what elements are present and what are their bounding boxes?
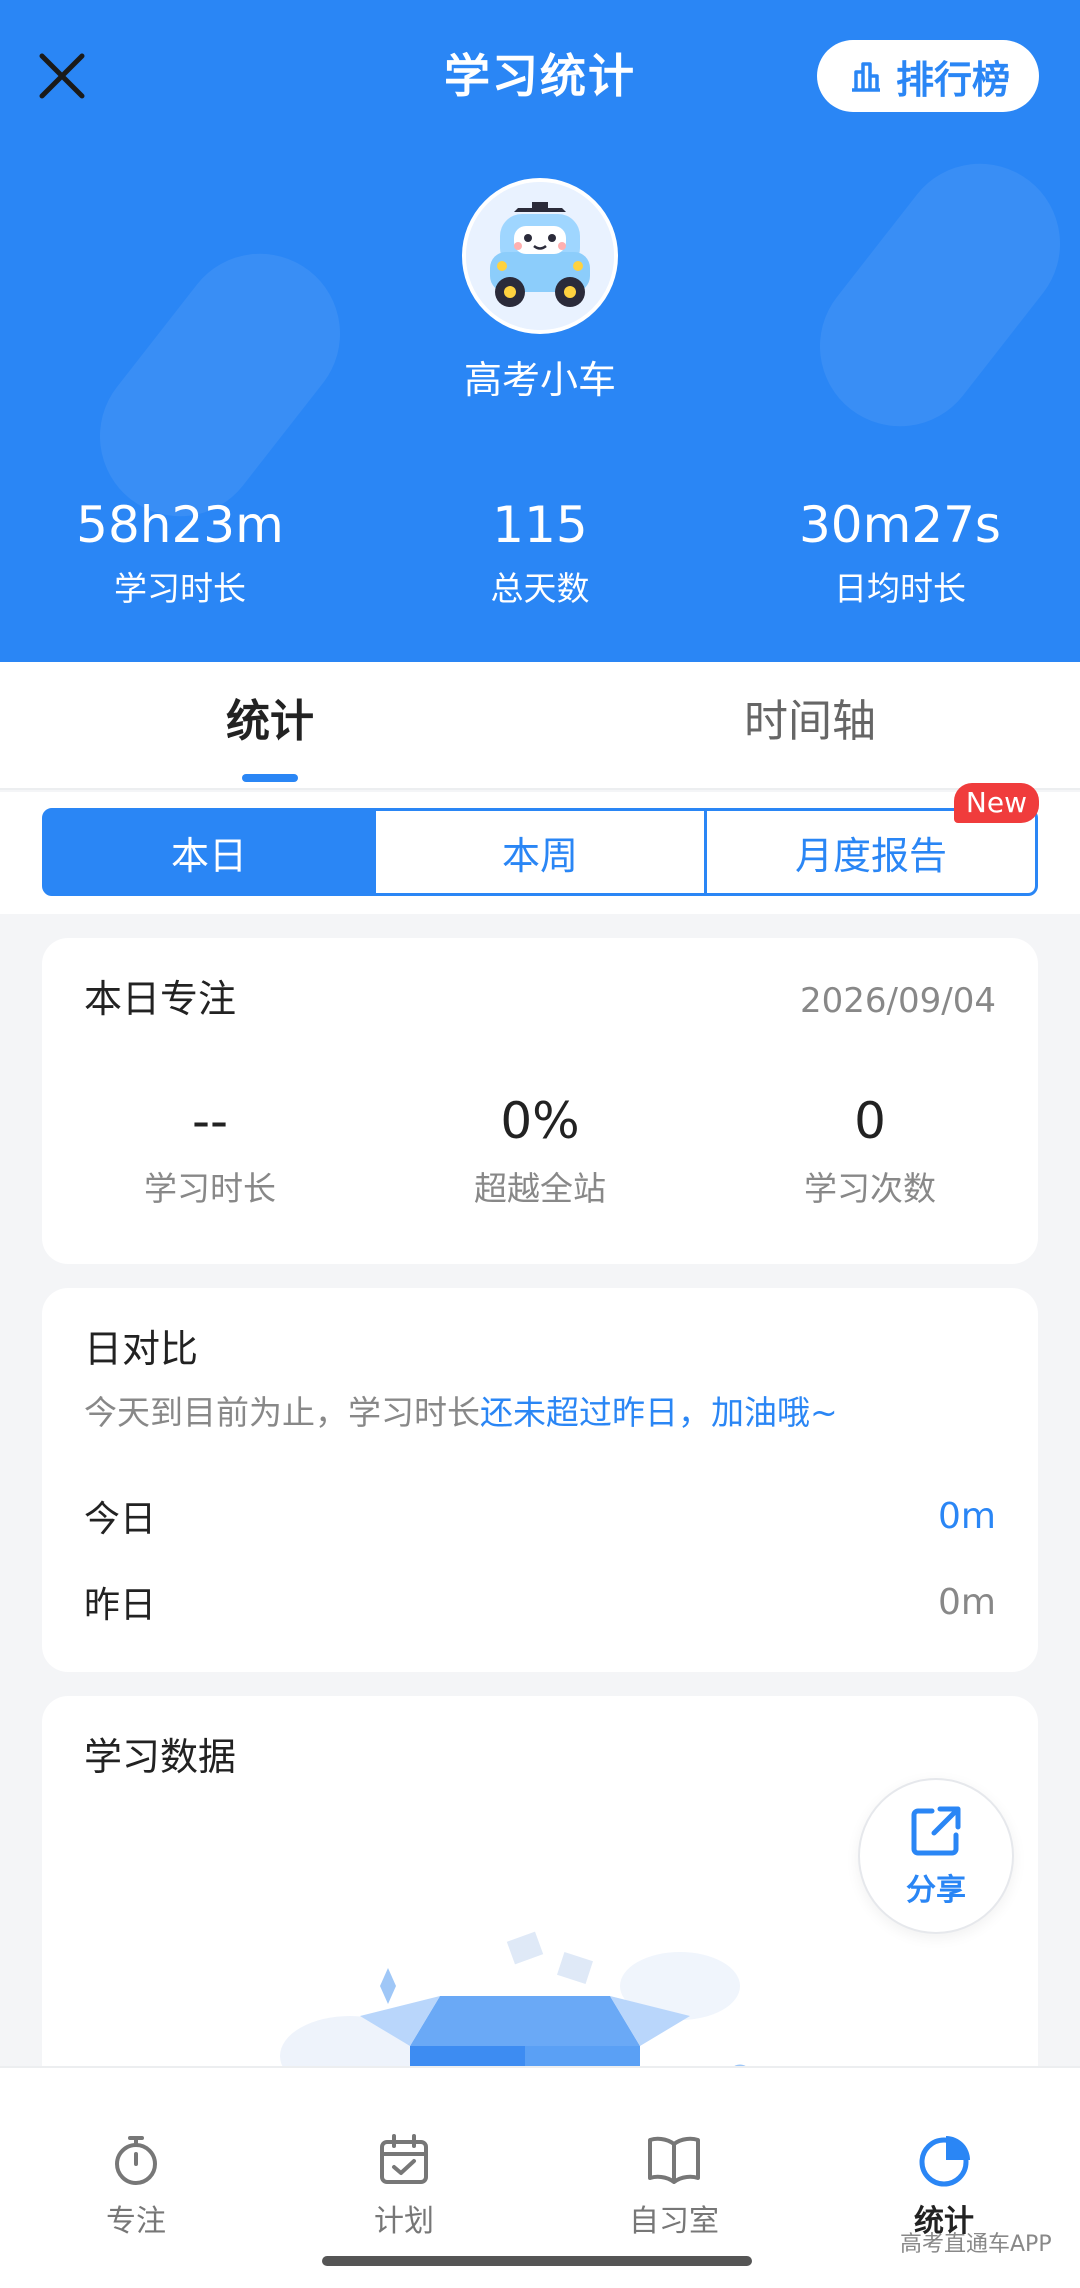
watermark: 高考直通车APP [900,2232,1052,2257]
metric-value: 0% [500,1092,580,1150]
share-icon [911,1806,961,1856]
bar-chart-icon [851,62,880,92]
metric-label: 学习次数 [804,1169,936,1208]
period-selector-area: 本日 本周 月度报告 New [0,783,1080,914]
card-title: 学习数据 [84,1735,237,1779]
calendar-check-icon [380,2134,428,2184]
card-title: 日对比 [84,1327,199,1371]
avatar[interactable] [462,178,618,334]
segment-label: 本周 [501,833,578,878]
subtitle-highlight: 还未超过昨日，加油哦~ [480,1393,838,1432]
segment-monthly-report[interactable]: 月度报告 New [707,783,1039,893]
share-button[interactable]: 分享 [858,1778,1014,1934]
new-badge: New [953,783,1039,823]
row-value: 0m [938,1581,996,1623]
daily-comparison-card: 日对比 今天到目前为止，学习时长还未超过昨日，加油哦~ 今日 0m 昨日 0m [42,1288,1038,1672]
metric-surpass-rate: 0% 超越全站 [390,1086,690,1214]
stopwatch-icon [115,2136,157,2185]
subtitle-prefix: 今天到目前为止，学习时长 [84,1393,480,1432]
view-tabs: 统计 时间轴 [0,662,1080,790]
stat-label: 日均时长 [834,569,966,608]
comparison-row-today: 今日 0m [84,1486,996,1546]
metric-value: -- [191,1092,229,1150]
stat-value: 58h23m [76,496,284,554]
nav-item-plan[interactable]: 计划 [314,2128,494,2244]
metric-label: 学习时长 [144,1169,276,1208]
segment-today[interactable]: 本日 [45,811,376,893]
open-book-icon [648,2136,700,2184]
segment-label: 本日 [170,833,247,878]
nav-label: 自习室 [629,2204,719,2239]
comparison-subtitle: 今天到目前为止，学习时长还未超过昨日，加油哦~ [84,1388,838,1438]
row-key: 今日 [84,1499,157,1540]
decor-shape [787,131,1080,459]
tab-timeline[interactable]: 时间轴 [660,692,960,752]
stat-total-days: 115 总天数 [390,490,690,614]
today-focus-card: 本日专注 2026/09/04 -- 学习时长 0% 超越全站 0 学习次数 [42,938,1038,1264]
metric-study-time: -- 学习时长 [60,1086,360,1214]
metric-label: 超越全站 [474,1169,606,1208]
segment-label: 月度报告 [794,833,947,878]
stat-value: 115 [492,496,588,554]
tab-statistics[interactable]: 统计 [120,692,420,752]
metric-value: 0 [854,1092,886,1150]
row-value: 0m [938,1495,996,1537]
card-date: 2026/09/04 [800,981,996,1021]
leaderboard-button[interactable]: 排行榜 [817,40,1039,112]
car-mascot-icon [466,182,614,330]
profile-header: 学习统计 排行榜 高考小车 58h23m 学习时长 115 总天数 30m27s… [0,0,1080,662]
share-label: 分享 [906,1873,966,1908]
nav-item-focus[interactable]: 专注 [46,2128,226,2244]
metric-study-count: 0 学习次数 [720,1086,1020,1214]
nav-item-study-room[interactable]: 自习室 [584,2128,764,2244]
nav-label: 计划 [374,2204,434,2239]
nav-label: 专注 [106,2204,166,2239]
active-tab-indicator [242,774,298,782]
stat-label: 学习时长 [114,569,246,608]
segment-week[interactable]: 本周 [376,811,707,893]
stat-daily-average: 30m27s 日均时长 [750,490,1050,614]
stat-value: 30m27s [798,496,1001,554]
username: 高考小车 [463,358,616,402]
card-title: 本日专注 [84,977,237,1021]
comparison-row-yesterday: 昨日 0m [84,1572,996,1632]
home-indicator [322,2256,752,2266]
stat-label: 总天数 [490,569,590,608]
stat-study-time: 58h23m 学习时长 [30,490,330,614]
row-key: 昨日 [84,1585,157,1626]
period-selector: 本日 本周 月度报告 New [42,783,1039,896]
pie-chart-icon [919,2136,970,2187]
leaderboard-label: 排行榜 [895,57,1010,102]
